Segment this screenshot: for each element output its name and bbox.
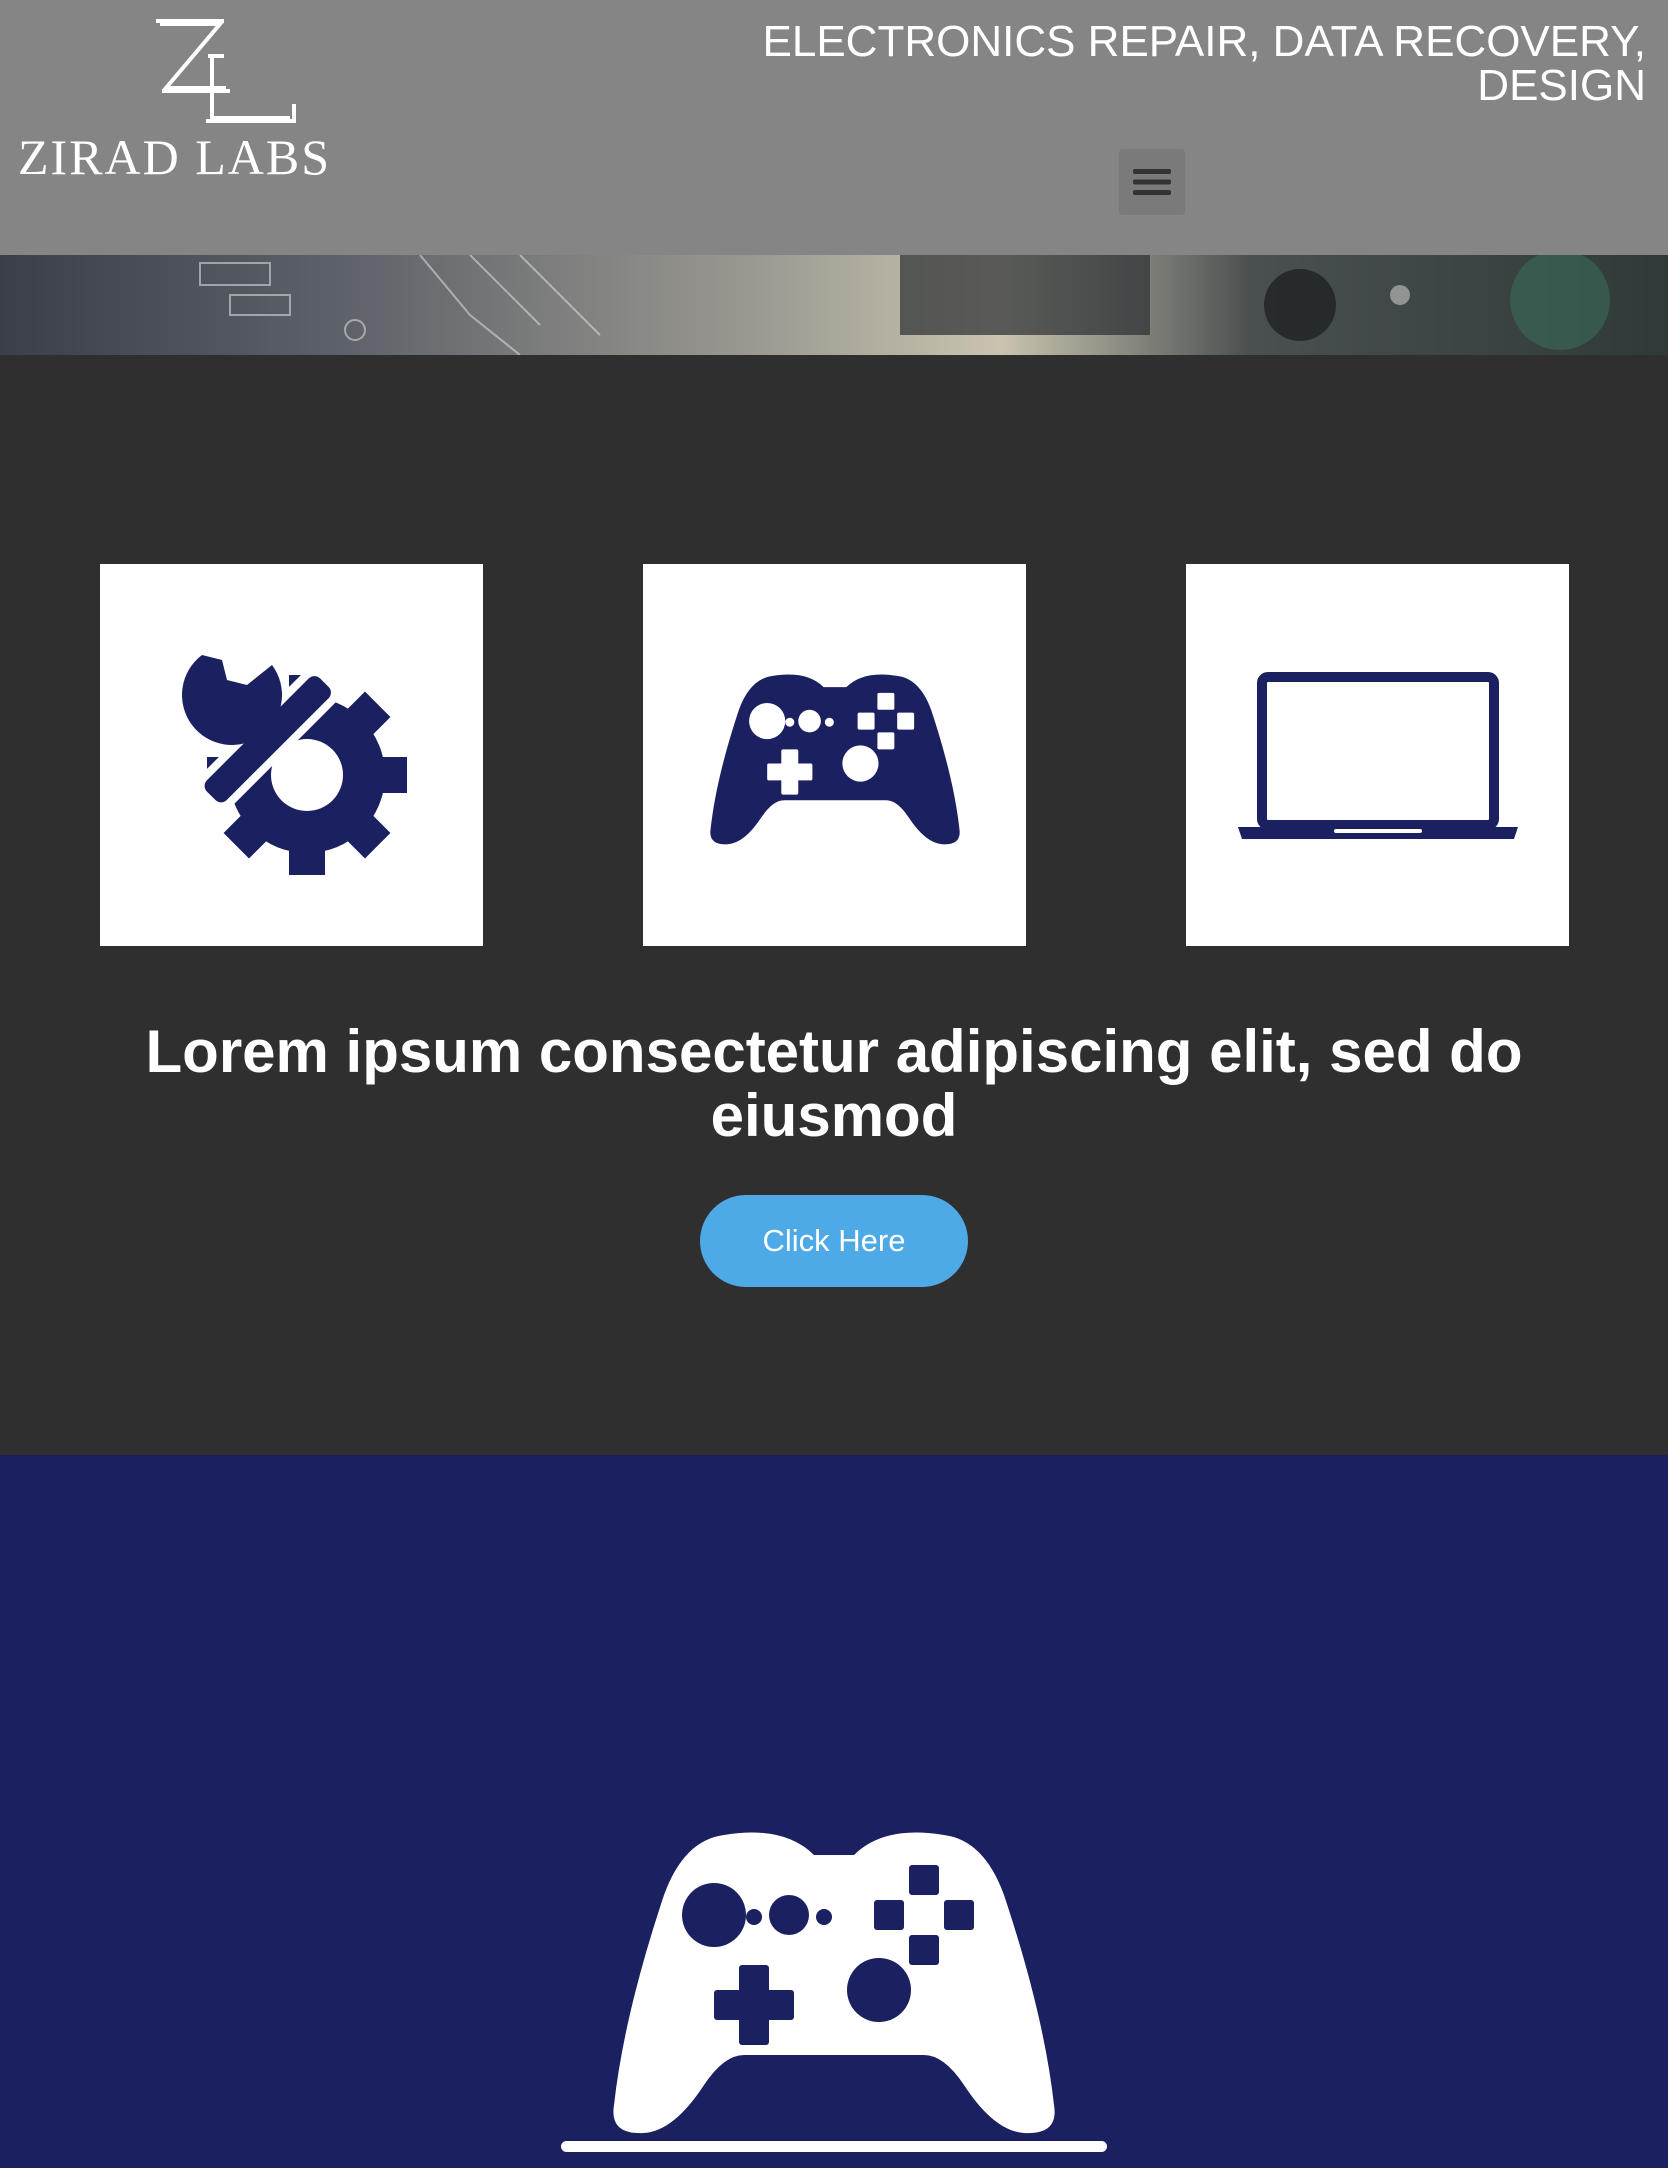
services-headline: Lorem ipsum consectetur adipiscing elit,… — [145, 1018, 1523, 1149]
service-card-repair[interactable] — [100, 564, 483, 946]
gamepad-icon — [709, 674, 960, 845]
menu-toggle-button[interactable] — [1119, 149, 1185, 215]
laptop-icon — [1237, 672, 1518, 839]
wrench-gear-icon — [181, 655, 407, 875]
site-header: ZIRAD LABS ELECTRONICS REPAIR, DATA RECO… — [0, 0, 1668, 255]
header-tagline: ELECTRONICS REPAIR, DATA RECOVERY, DESIG… — [762, 17, 1646, 110]
circuit-board-image — [199, 255, 1610, 355]
logo-text: ZIRAD LABS — [18, 129, 332, 185]
service-card-computers[interactable] — [1186, 564, 1569, 946]
feature-section — [0, 1455, 1668, 2168]
gamepad-icon — [613, 1832, 1055, 2134]
services-section: Lorem ipsum consectetur adipiscing elit,… — [0, 355, 1668, 1455]
service-card-gaming[interactable] — [643, 564, 1026, 946]
logo[interactable]: ZIRAD LABS — [18, 18, 418, 188]
zl-monogram-icon — [156, 19, 296, 123]
hero-circuit-image — [0, 255, 1668, 355]
click-here-button[interactable]: Click Here — [700, 1195, 968, 1287]
home-indicator[interactable] — [561, 2141, 1107, 2152]
hamburger-menu-icon — [1133, 169, 1171, 195]
